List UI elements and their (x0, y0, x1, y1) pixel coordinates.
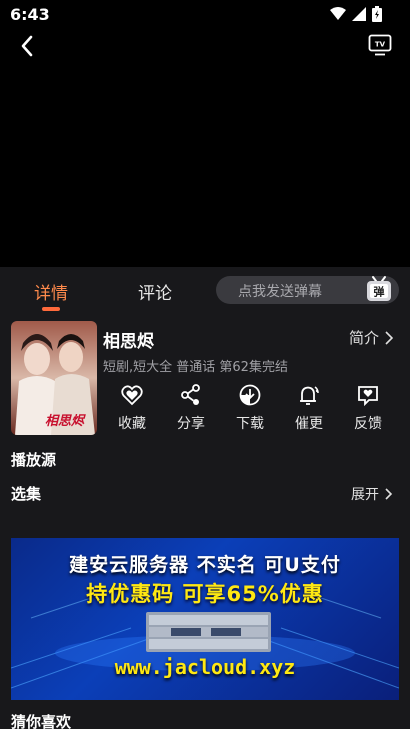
show-poster[interactable]: 相思烬 (11, 321, 97, 435)
signal-icon (352, 7, 366, 21)
chevron-right-icon (385, 330, 393, 345)
feedback-button[interactable]: 反馈 (340, 383, 396, 433)
tv-cast-icon[interactable]: TV (368, 34, 392, 56)
urge-update-label: 催更 (295, 416, 323, 432)
expand-label: 展开 (351, 487, 379, 503)
ad-url: www.jacloud.xyz (114, 655, 296, 679)
download-icon (239, 384, 261, 406)
feedback-label: 反馈 (354, 416, 382, 432)
intro-button[interactable]: 简介 (349, 327, 393, 348)
battery-icon (372, 6, 382, 22)
action-bar: 收藏 分享 下载 催更 反馈 (103, 383, 403, 439)
danmu-input[interactable]: 点我发送弹幕 弹 (216, 276, 399, 304)
video-player[interactable]: 6:43 TV (0, 0, 410, 267)
danmu-placeholder: 点我发送弹幕 (238, 284, 322, 300)
expand-episodes-button[interactable]: 展开 (351, 484, 393, 504)
favorite-label: 收藏 (118, 416, 146, 432)
recommend-heading: 猜你喜欢 (11, 713, 72, 729)
status-bar: 6:43 (0, 0, 410, 30)
share-label: 分享 (177, 416, 205, 432)
download-button[interactable]: 下载 (222, 383, 278, 433)
show-meta: 短剧,短大全 普通话 第62集完结 (103, 360, 288, 375)
ad-banner[interactable]: 建安云服务器 不实名 可U支付 持优惠码 可享65%优惠 www.jacloud… (11, 538, 399, 700)
tab-active-indicator (42, 307, 60, 311)
feedback-icon (358, 386, 378, 407)
back-icon[interactable] (14, 32, 42, 60)
ad-promo: 持优惠码 可享65%优惠 (86, 582, 324, 606)
favorite-button[interactable]: 收藏 (104, 383, 160, 433)
svg-text:TV: TV (375, 41, 386, 49)
urge-update-button[interactable]: 催更 (281, 383, 337, 433)
server-rack-icon (146, 612, 271, 652)
detail-content: 相思烬 相思烬 简介 短剧,短大全 普通话 第62集完结 收藏 分享 下载 催更… (0, 315, 410, 729)
intro-label: 简介 (348, 329, 379, 347)
download-label: 下载 (236, 416, 264, 432)
status-time: 6:43 (10, 5, 50, 24)
bell-icon (300, 386, 319, 405)
danmu-icon-label: 弹 (374, 285, 385, 299)
share-icon (181, 384, 200, 405)
share-button[interactable]: 分享 (163, 383, 219, 433)
danmu-toggle-icon[interactable]: 弹 (365, 274, 393, 304)
wifi-icon (330, 7, 346, 20)
chevron-down-icon (385, 488, 393, 500)
episodes-heading: 选集 (11, 485, 42, 503)
tab-details[interactable]: 详情 (34, 279, 68, 304)
heart-icon (121, 385, 143, 406)
show-title: 相思烬 (103, 332, 154, 352)
tab-comments[interactable]: 评论 (138, 279, 172, 304)
status-icons (330, 6, 382, 22)
ad-headline: 建安云服务器 不实名 可U支付 (69, 554, 341, 576)
detail-tabbar: 详情 评论 点我发送弹幕 弹 (0, 267, 410, 315)
poster-title: 相思烬 (45, 413, 86, 429)
source-heading: 播放源 (11, 451, 57, 469)
